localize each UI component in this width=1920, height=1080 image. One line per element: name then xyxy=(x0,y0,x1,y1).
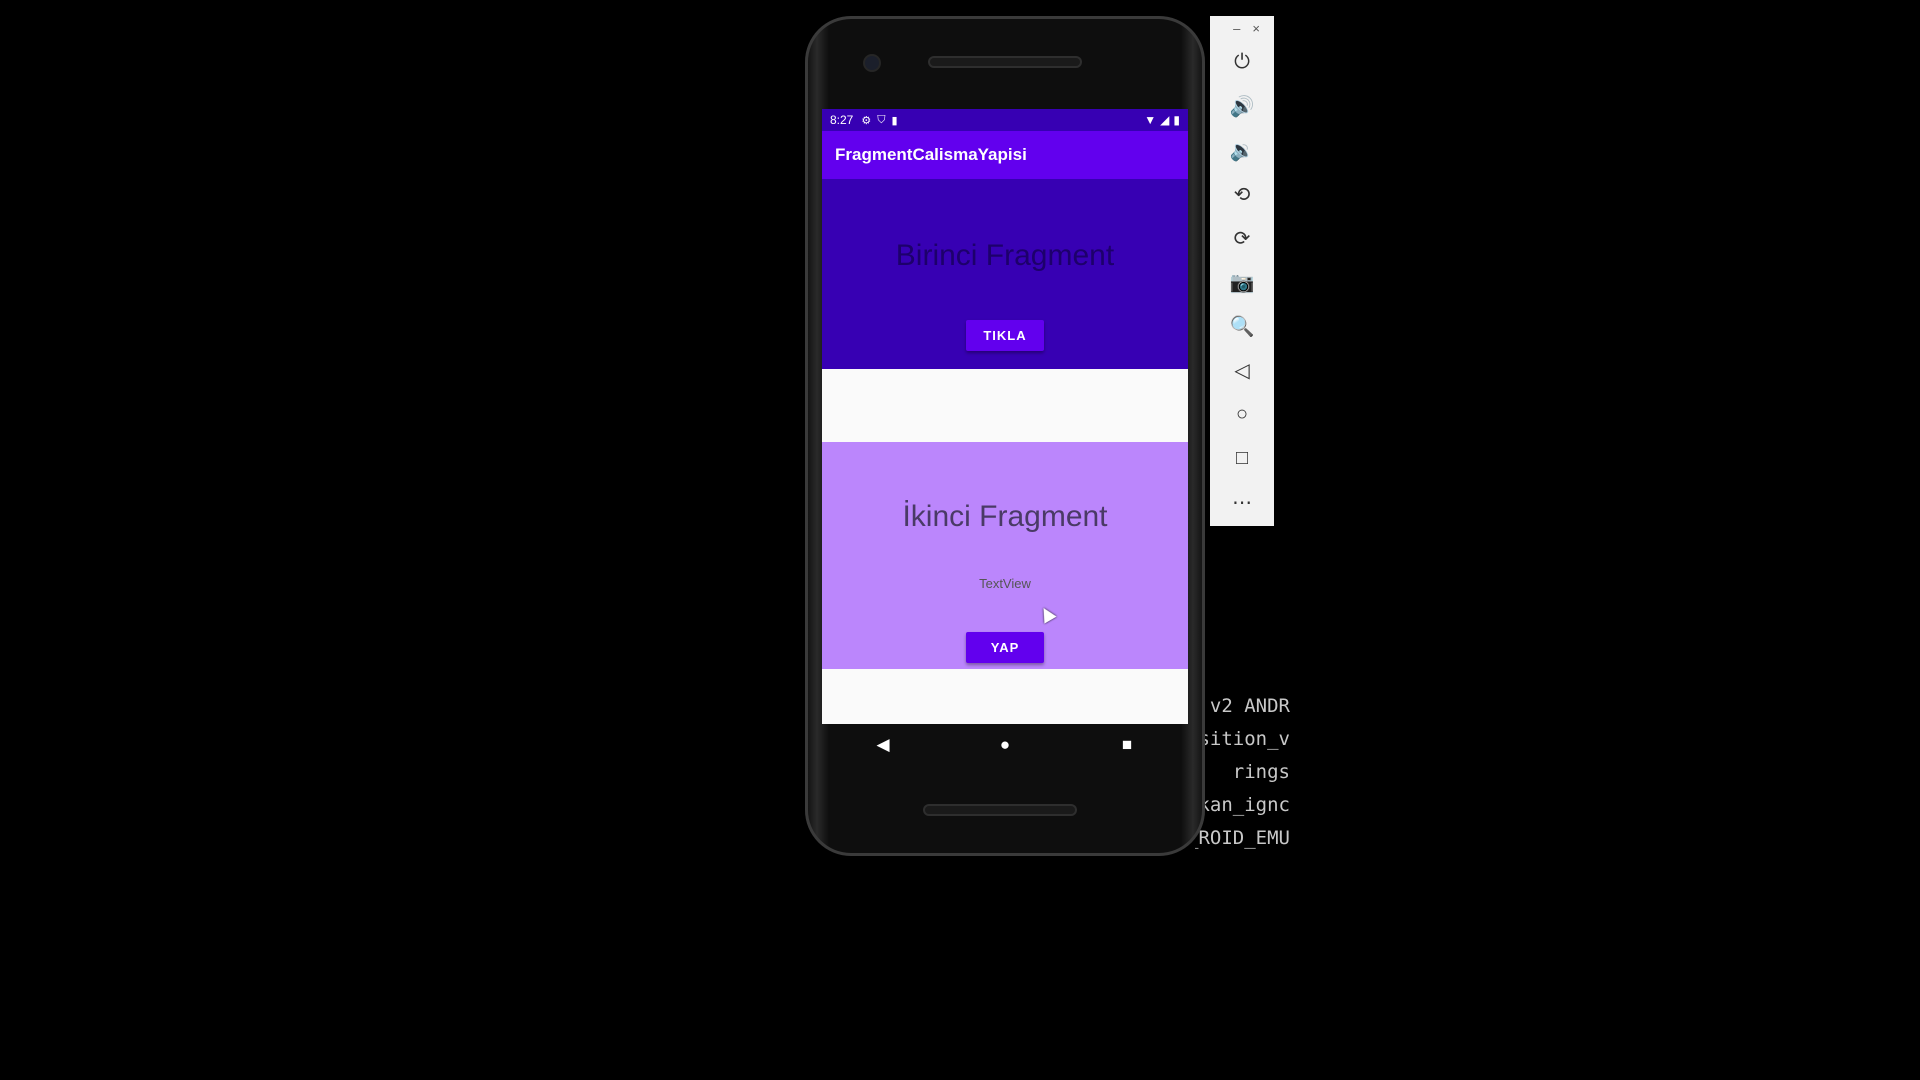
wifi-icon: ▼ xyxy=(1144,113,1157,127)
power-icon[interactable]: ⏻ xyxy=(1210,40,1274,84)
home-icon[interactable]: ○ xyxy=(1210,392,1274,436)
camera-icon[interactable]: 📷 xyxy=(1210,260,1274,304)
nav-bar: ◀ ● ■ xyxy=(822,724,1188,766)
nav-recents-icon[interactable]: ■ xyxy=(1097,735,1157,755)
fragment-ikinci: İkinci Fragment TextView YAP xyxy=(822,442,1188,669)
minimize-button[interactable]: – xyxy=(1233,21,1240,36)
sdcard-icon: ▮ xyxy=(891,114,898,127)
terminal-line: rings xyxy=(1232,761,1290,783)
yap-button[interactable]: YAP xyxy=(966,632,1044,663)
app-title: FragmentCalismaYapisi xyxy=(835,145,1027,164)
gear-icon: ⚙ xyxy=(861,114,872,127)
back-icon[interactable]: ◁ xyxy=(1210,348,1274,392)
tikla-button[interactable]: TIKLA xyxy=(966,320,1044,351)
front-camera xyxy=(865,56,879,70)
rotate-right-icon[interactable]: ⟳ xyxy=(1210,216,1274,260)
fragment2-title: İkinci Fragment xyxy=(902,500,1108,533)
textview-label: TextView xyxy=(979,576,1031,591)
fragment-birinci: Birinci Fragment TIKLA xyxy=(822,179,1188,369)
overview-icon[interactable]: □ xyxy=(1210,436,1274,480)
volume-up-icon[interactable]: 🔊 xyxy=(1210,84,1274,128)
background-terminal: v2 ANDR sition_v rings kan_ignc ROID_EMU… xyxy=(1195,690,1290,860)
battery-icon: ▮ xyxy=(1173,113,1180,127)
terminal-line: ROID_EMU_ xyxy=(1195,827,1290,849)
more-icon[interactable]: ⋯ xyxy=(1210,480,1274,524)
close-button[interactable]: × xyxy=(1252,21,1260,36)
window-controls: – × xyxy=(1210,16,1274,40)
rotate-left-icon[interactable]: ⟲ xyxy=(1210,172,1274,216)
shield-icon: ⛉ xyxy=(877,113,886,126)
volume-down-icon[interactable]: 🔉 xyxy=(1210,128,1274,172)
top-speaker xyxy=(930,58,1080,66)
terminal-line: sition_v xyxy=(1198,728,1290,750)
fragment1-title: Birinci Fragment xyxy=(895,239,1115,272)
terminal-line: kan_ignc xyxy=(1198,794,1290,816)
app-bar: FragmentCalismaYapisi xyxy=(822,131,1188,179)
bottom-speaker xyxy=(925,806,1075,814)
status-bar: 8:27 ⚙ ⛉ ▮ ▼ ◢ ▮ xyxy=(822,109,1188,131)
nav-back-icon[interactable]: ◀ xyxy=(853,735,913,755)
emulator-phone-frame: 8:27 ⚙ ⛉ ▮ ▼ ◢ ▮ FragmentCalismaYapisi B… xyxy=(805,16,1205,856)
status-time: 8:27 xyxy=(830,113,854,127)
nav-home-icon[interactable]: ● xyxy=(975,735,1035,755)
emulator-tool-panel: – × ⏻ 🔊 🔉 ⟲ ⟳ 📷 🔍 ◁ ○ □ ⋯ xyxy=(1210,16,1274,526)
terminal-line: v2 ANDR xyxy=(1209,695,1290,717)
signal-icon: ◢ xyxy=(1160,113,1170,127)
device-screen[interactable]: 8:27 ⚙ ⛉ ▮ ▼ ◢ ▮ FragmentCalismaYapisi B… xyxy=(822,109,1188,724)
zoom-icon[interactable]: 🔍 xyxy=(1210,304,1274,348)
